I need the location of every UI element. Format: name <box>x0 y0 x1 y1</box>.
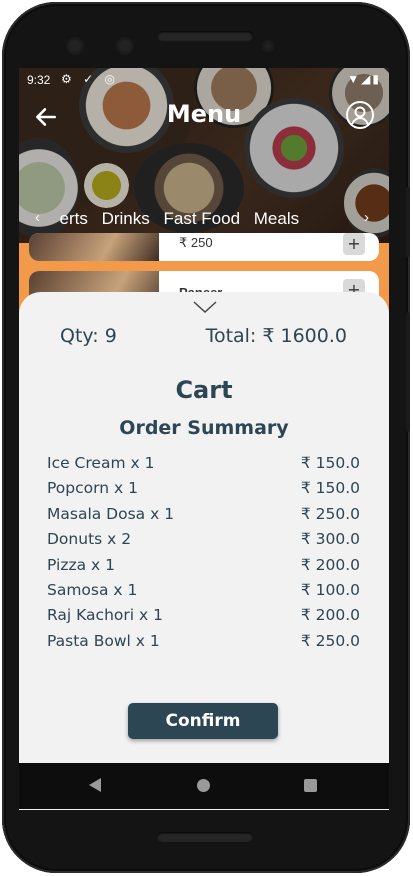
status-notification-icons: ⚙ ✓ ◎ <box>61 72 119 86</box>
item-price: ₹ 200.0 <box>300 606 360 625</box>
category-tab[interactable]: Drinks <box>102 209 150 229</box>
list-item: Pizza x 1 ₹ 200.0 <box>47 556 360 581</box>
power-button <box>406 187 410 257</box>
earpiece-speaker <box>157 31 253 41</box>
sensor <box>262 40 274 52</box>
item-name: Popcorn x 1 <box>47 479 138 498</box>
category-tabs: serts Drinks Fast Food Meals <box>59 209 359 229</box>
front-camera-left <box>66 37 84 55</box>
category-tab[interactable]: serts <box>59 209 88 229</box>
list-item: Samosa x 1 ₹ 100.0 <box>47 581 360 606</box>
status-time: 9:32 <box>27 73 51 87</box>
order-items-list: Ice Cream x 1 ₹ 150.0 Popcorn x 1 ₹ 150.0 … <box>47 454 360 657</box>
item-price: ₹ 200.0 <box>300 555 360 574</box>
bottom-speaker <box>157 832 253 842</box>
category-tab[interactable]: Meals <box>254 209 299 229</box>
item-price: ₹ 250.0 <box>300 504 360 523</box>
menu-header-image: 9:32 ⚙ ✓ ◎ ▼◢▮ Menu ‹ serts Drinks Fast … <box>19 68 389 243</box>
cart-quantity: Qty: 9 <box>60 325 117 347</box>
cart-total: Total: ₹ 1600.0 <box>205 325 347 347</box>
chevron-left-icon[interactable]: ‹ <box>35 209 40 226</box>
list-item: Popcorn x 1 ₹ 150.0 <box>47 479 360 504</box>
front-camera-right <box>116 37 134 55</box>
order-summary-title: Order Summary <box>119 417 289 439</box>
add-item-button[interactable]: + <box>343 233 365 255</box>
menu-item-price: ₹ 250 <box>179 235 213 250</box>
item-name: Pasta Bowl x 1 <box>47 631 160 650</box>
category-tab[interactable]: Fast Food <box>163 209 240 229</box>
item-name: Pizza x 1 <box>47 555 115 574</box>
nav-back-icon[interactable] <box>89 778 101 792</box>
nav-home-icon[interactable] <box>197 779 210 792</box>
food-image <box>29 233 159 261</box>
system-navigation-bar <box>19 763 389 809</box>
page-title: Menu <box>166 100 242 128</box>
cart-bottom-sheet: Qty: 9 Total: ₹ 1600.0 Cart Order Summar… <box>19 292 389 810</box>
item-price: ₹ 150.0 <box>300 454 360 472</box>
chevron-down-icon[interactable] <box>192 300 218 314</box>
volume-button <box>406 312 410 432</box>
top-app-bar: Menu <box>19 98 389 138</box>
cart-title: Cart <box>175 376 233 404</box>
nav-recents-icon[interactable] <box>304 779 317 792</box>
chevron-right-icon[interactable]: › <box>364 209 369 226</box>
confirm-button[interactable]: Confirm <box>128 703 278 739</box>
list-item: Donuts x 2 ₹ 300.0 <box>47 530 360 555</box>
item-price: ₹ 300.0 <box>300 530 360 549</box>
list-item: Raj Kachori x 1 ₹ 200.0 <box>47 606 360 631</box>
list-item: Pasta Bowl x 1 ₹ 250.0 <box>47 632 360 657</box>
status-signal-battery-icons: ▼◢▮ <box>347 72 381 86</box>
item-price: ₹ 150.0 <box>300 479 360 498</box>
list-item: Masala Dosa x 1 ₹ 250.0 <box>47 505 360 530</box>
item-name: Masala Dosa x 1 <box>47 504 175 523</box>
item-price: ₹ 250.0 <box>300 631 360 650</box>
list-item: Ice Cream x 1 ₹ 150.0 <box>47 454 360 479</box>
item-price: ₹ 100.0 <box>300 580 360 599</box>
category-bar: ‹ serts Drinks Fast Food Meals › <box>19 206 389 234</box>
app-screen: 9:32 ⚙ ✓ ◎ ▼◢▮ Menu ‹ serts Drinks Fast … <box>19 68 389 810</box>
menu-item-card[interactable]: ₹ 250 + <box>29 233 379 261</box>
status-bar: 9:32 ⚙ ✓ ◎ ▼◢▮ <box>19 68 389 92</box>
item-name: Samosa x 1 <box>47 580 138 599</box>
item-name: Donuts x 2 <box>47 530 132 549</box>
item-name: Ice Cream x 1 <box>47 454 155 472</box>
profile-icon[interactable] <box>345 100 375 130</box>
item-name: Raj Kachori x 1 <box>47 606 163 625</box>
